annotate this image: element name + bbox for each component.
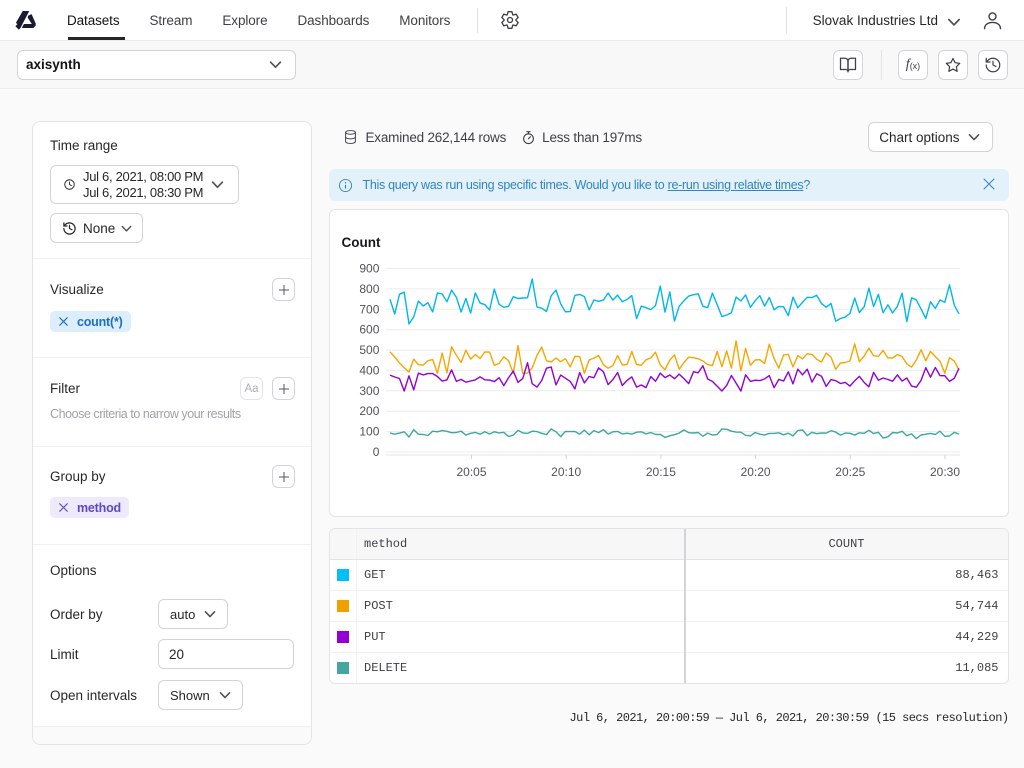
- svg-text:Count: Count: [341, 235, 380, 250]
- svg-text:20:20: 20:20: [740, 465, 770, 479]
- svg-text:800: 800: [359, 282, 379, 296]
- svg-text:20:30: 20:30: [929, 465, 959, 479]
- svg-text:20:25: 20:25: [835, 465, 865, 479]
- svg-text:700: 700: [359, 302, 379, 316]
- svg-text:900: 900: [359, 262, 379, 276]
- svg-text:20:10: 20:10: [551, 465, 581, 479]
- svg-text:20:05: 20:05: [456, 465, 486, 479]
- svg-text:200: 200: [359, 404, 379, 418]
- svg-text:600: 600: [359, 323, 379, 337]
- svg-text:400: 400: [359, 363, 379, 377]
- svg-text:500: 500: [359, 343, 379, 357]
- svg-text:100: 100: [359, 425, 379, 439]
- svg-text:300: 300: [359, 384, 379, 398]
- svg-text:0: 0: [372, 445, 379, 459]
- svg-text:20:15: 20:15: [645, 465, 675, 479]
